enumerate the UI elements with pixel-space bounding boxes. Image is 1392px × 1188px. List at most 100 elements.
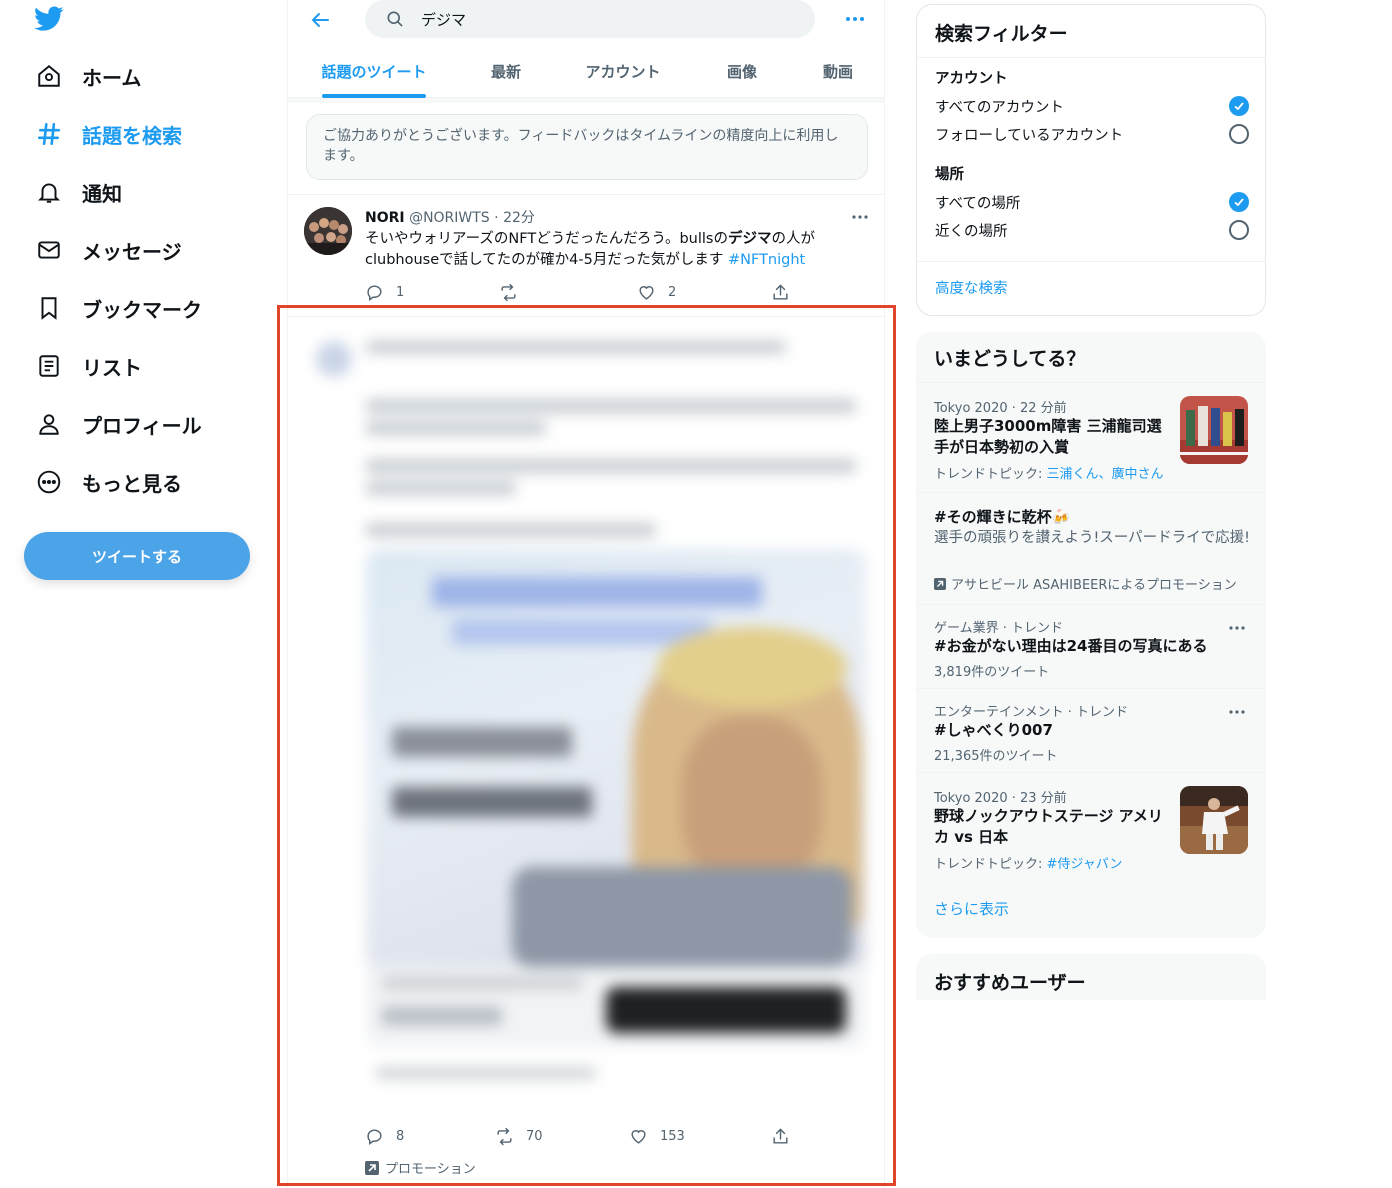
reply-count: 1	[396, 285, 405, 300]
trend-meta: Tokyo 2020 · 22 分前	[934, 401, 1067, 416]
promo-like-button[interactable]: 153	[629, 1127, 685, 1146]
who-to-follow-title: おすすめユーザー	[934, 972, 1086, 994]
feedback-notice: ご協力ありがとうございます。フィードバックはタイムラインの精度向上に利用します。	[306, 114, 868, 180]
back-arrow-icon[interactable]	[308, 8, 332, 32]
trends-title: いまどうしてる？	[934, 348, 1086, 370]
radio-unchecked-icon[interactable]	[1229, 220, 1249, 240]
search-icon	[385, 9, 405, 29]
promo-reply-button[interactable]: 8	[365, 1127, 404, 1146]
nav-bookmarks-label: ブックマーク	[82, 297, 202, 322]
radio-checked-icon[interactable]	[1229, 192, 1249, 212]
tab-videos[interactable]: 動画	[798, 44, 878, 98]
filter-all-accounts[interactable]: すべてのアカウント	[935, 93, 1249, 119]
trend-title: #しゃべくり007	[934, 721, 1053, 739]
tweet-text-highlight: デジマ	[727, 231, 772, 247]
show-more-link[interactable]: さらに表示	[934, 898, 1009, 919]
divider	[917, 57, 1265, 58]
trend-item[interactable]: ゲーム業界 · トレンド #お金がない理由は24番目の写真にある 3,819件の…	[916, 604, 1266, 688]
trend-item[interactable]: エンターテインメント · トレンド #しゃべくり007 21,365件のツイート	[916, 688, 1266, 772]
nav-messages[interactable]: メッセージ	[34, 230, 182, 270]
filter-nearby-places-label: 近くの場所	[935, 223, 1008, 240]
tweet-hashtag[interactable]: #NFTnight	[728, 252, 805, 268]
radio-checked-icon[interactable]	[1229, 96, 1249, 116]
tab-images[interactable]: 画像	[706, 44, 778, 98]
promoted-tweet[interactable]: 8 70 153 プロモーション	[288, 316, 885, 1188]
trend-thumbnail	[1180, 786, 1248, 854]
like-button[interactable]: 2	[637, 283, 676, 302]
trend-thumbnail	[1180, 396, 1248, 464]
person-icon	[34, 409, 64, 439]
more-options-icon[interactable]	[842, 8, 868, 30]
tab-accounts[interactable]: アカウント	[568, 44, 678, 98]
tweet-more-icon[interactable]	[848, 209, 872, 225]
nav-more[interactable]: もっと見る	[34, 462, 182, 502]
nav-profile[interactable]: プロフィール	[34, 404, 202, 444]
tweet-header: NORI @NORIWTS · 22分	[365, 207, 535, 227]
nav-home[interactable]: ホーム	[34, 56, 141, 96]
search-bar[interactable]	[365, 0, 815, 38]
radio-unchecked-icon[interactable]	[1229, 124, 1249, 144]
reply-button[interactable]: 1	[365, 283, 404, 302]
reply-icon	[367, 1129, 382, 1146]
trend-item[interactable]: Tokyo 2020 · 22 分前 陸上男子3000m障害 三浦龍司選手が日本…	[916, 382, 1266, 492]
filter-nearby-places[interactable]: 近くの場所	[935, 217, 1249, 243]
tab-latest[interactable]: 最新	[468, 44, 544, 98]
more-circle-icon	[34, 467, 64, 497]
trend-topic: トレンドトピック: 三浦くん、廣中さん	[934, 463, 1164, 482]
nav-lists[interactable]: リスト	[34, 346, 142, 386]
tweet-button[interactable]: ツイートする	[24, 532, 250, 580]
retweet-icon	[501, 283, 516, 302]
trend-description: 選手の頑張りを讃えよう!スーパードライで応援!	[934, 530, 1250, 546]
tweet[interactable]: NORI @NORIWTS · 22分 そいやウォリアーズのNFTどうだったんだ…	[288, 194, 885, 308]
home-icon	[34, 61, 64, 91]
hashtag-icon	[34, 119, 64, 149]
trend-item[interactable]: Tokyo 2020 · 23 分前 野球ノックアウトステージ アメリカ vs …	[916, 772, 1266, 872]
tweet-actions: 1 2	[365, 283, 805, 303]
share-icon	[773, 284, 788, 300]
trend-item-promoted[interactable]: #その輝きに乾杯🍻 選手の頑張りを讃えよう!スーパードライで応援! アサヒビール…	[916, 492, 1266, 604]
filter-all-accounts-label: すべてのアカウント	[935, 99, 1064, 116]
nav-explore[interactable]: 話題を検索	[34, 114, 182, 154]
trend-more-icon[interactable]	[1226, 705, 1248, 719]
search-input[interactable]	[421, 10, 781, 28]
tweet-author-name[interactable]: NORI	[365, 210, 405, 226]
promotion-text: プロモーション	[385, 1162, 476, 1177]
trend-topic-links[interactable]: 三浦くん、廣中さん	[1047, 467, 1164, 482]
filter-all-places[interactable]: すべての場所	[935, 189, 1249, 215]
trend-topic-prefix: トレンドトピック:	[934, 857, 1047, 872]
advanced-search-link[interactable]: 高度な検索	[935, 277, 1008, 298]
tab-top[interactable]: 話題のツイート	[308, 44, 440, 98]
retweet-button[interactable]	[499, 283, 530, 302]
nav-bookmarks[interactable]: ブックマーク	[34, 288, 202, 328]
tweet-dot: ·	[494, 210, 499, 226]
heart-icon	[631, 1130, 646, 1144]
nav-notifications[interactable]: 通知	[34, 172, 122, 212]
who-to-follow-panel: おすすめユーザー	[916, 954, 1266, 1000]
divider	[917, 261, 1265, 262]
nav-more-label: もっと見る	[82, 471, 182, 496]
promo-retweet-button[interactable]: 70	[495, 1127, 543, 1146]
heart-icon	[639, 286, 654, 300]
search-filter-panel: 検索フィルター アカウント すべてのアカウント フォローしているアカウント 場所…	[916, 4, 1266, 316]
tweet-time[interactable]: 22分	[503, 210, 535, 226]
promo-reply-count: 8	[396, 1129, 405, 1144]
trend-topic-links[interactable]: #侍ジャパン	[1047, 857, 1123, 872]
nav-explore-label: 話題を検索	[82, 123, 182, 148]
reply-icon	[367, 285, 382, 302]
trend-title: #お金がない理由は24番目の写真にある	[934, 637, 1208, 655]
avatar[interactable]	[304, 207, 352, 255]
filter-place-heading: 場所	[935, 167, 964, 183]
share-button[interactable]	[771, 283, 802, 302]
trend-count: 3,819件のツイート	[934, 665, 1050, 680]
filter-following-accounts-label: フォローしているアカウント	[935, 127, 1124, 144]
sidebar-nav: ホーム 話題を検索 通知 メッセージ ブックマーク リスト プロフィール もっと…	[0, 0, 288, 1188]
trend-promoted-text: アサヒビール ASAHIBEERによるプロモーション	[951, 578, 1237, 593]
twitter-logo-icon[interactable]	[34, 6, 64, 32]
retweet-icon	[497, 1127, 512, 1146]
trend-more-icon[interactable]	[1226, 621, 1248, 635]
filter-title: 検索フィルター	[935, 23, 1068, 45]
promo-share-button[interactable]	[771, 1127, 802, 1146]
tweet-author-handle[interactable]: @NORIWTS	[409, 210, 490, 226]
filter-following-accounts[interactable]: フォローしているアカウント	[935, 121, 1249, 147]
share-icon	[773, 1128, 788, 1144]
